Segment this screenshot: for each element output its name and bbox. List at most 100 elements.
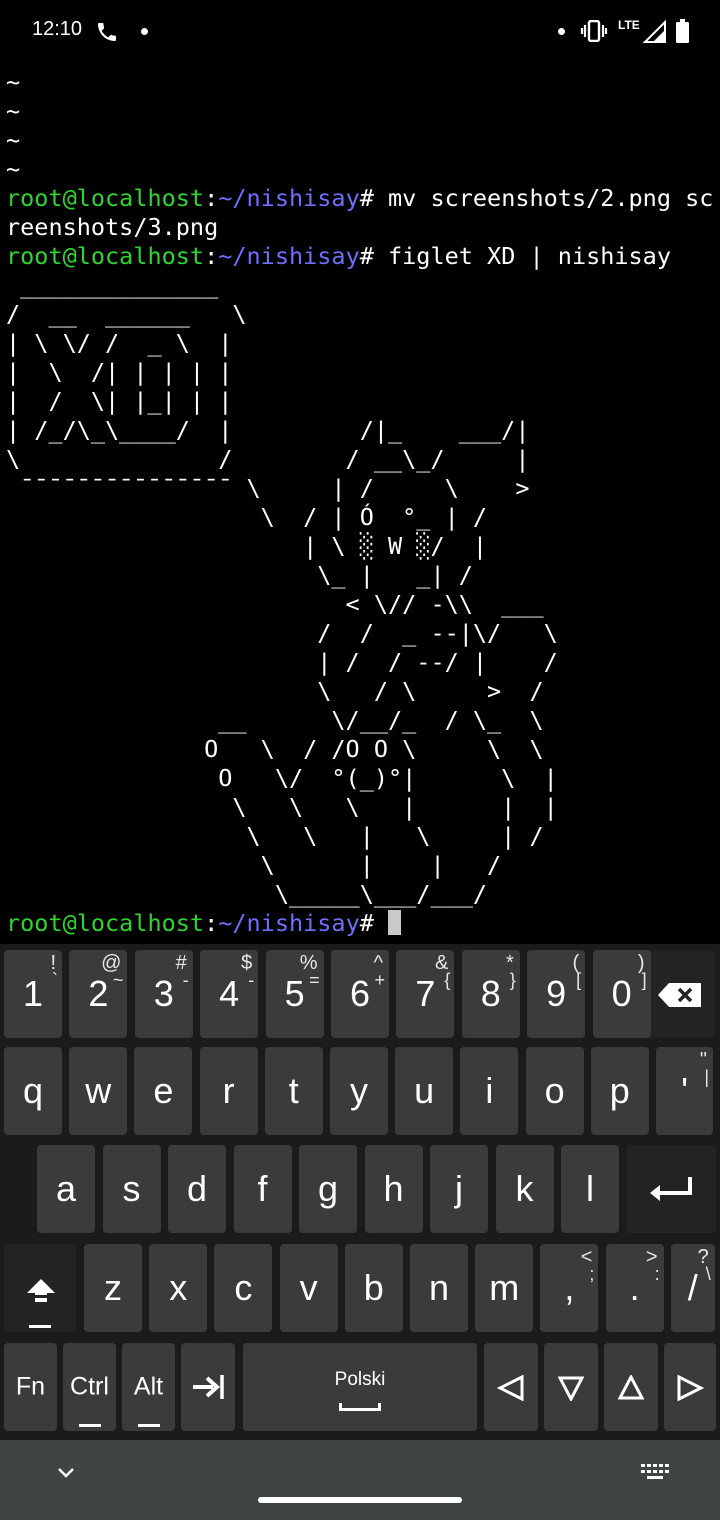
key-row2-2[interactable]: e — [134, 1047, 193, 1135]
key-row4-9[interactable]: /? \ — [670, 1244, 715, 1332]
key-row3-7[interactable]: k — [495, 1145, 554, 1233]
signal-icon — [642, 20, 666, 43]
key-label: x — [169, 1267, 188, 1308]
terminal-line: \ / / __\_/ | — [6, 445, 718, 474]
key-row4-4[interactable]: b — [344, 1244, 403, 1332]
key-label: b — [363, 1267, 384, 1308]
alt-indicator — [137, 1424, 160, 1427]
home-gesture-bar[interactable] — [258, 1497, 462, 1503]
output-text: O \/ °(_)°| \ | — [6, 764, 558, 792]
alt-key[interactable]: Alt — [122, 1343, 175, 1431]
arrow-right-key[interactable] — [664, 1343, 716, 1431]
terminal-line: | / \| |_| | | — [6, 387, 718, 416]
terminal-line: ~ — [6, 155, 718, 184]
prompt-separator: : — [204, 909, 219, 937]
keyboard-language-label: Polski — [334, 1369, 386, 1390]
key-row4-1[interactable]: x — [149, 1244, 208, 1332]
fn-key[interactable]: Fn — [4, 1343, 57, 1431]
key-label: m — [489, 1267, 520, 1308]
key-row4-0[interactable]: z — [84, 1244, 142, 1332]
key-row4-8[interactable]: . >: — [605, 1244, 664, 1332]
ctrl-key[interactable]: Ctrl — [63, 1343, 116, 1431]
arrow-down-icon — [558, 1376, 584, 1401]
shift-indicator — [29, 1325, 51, 1328]
terminal-line: ~ — [6, 126, 718, 155]
output-text: \ \ \ | | | — [6, 793, 558, 821]
command-text: # mv screenshots/2.png sc — [359, 184, 714, 212]
key-row1-9[interactable]: 0)] — [592, 950, 651, 1038]
key-row4-7[interactable]: , <; — [540, 1244, 599, 1332]
key-row4-3[interactable]: v — [279, 1244, 338, 1332]
command-text: # figlet XD | nishisay — [359, 242, 671, 270]
terminal-line: | / / --/ | / — [6, 648, 718, 677]
key-row1-6[interactable]: 7 &{ — [396, 950, 455, 1038]
key-row3-5[interactable]: h — [364, 1145, 423, 1233]
key-row4-5[interactable]: n — [410, 1244, 468, 1332]
ctrl-indicator — [78, 1424, 101, 1427]
arrow-left-key[interactable] — [484, 1343, 538, 1431]
key-alt2-label: = — [309, 970, 320, 990]
key-row2-10[interactable]: ' " | — [656, 1047, 713, 1135]
output-text: / / _ --|\/ \ — [6, 619, 558, 647]
key-row3-8[interactable]: l — [561, 1145, 619, 1233]
terminal-line: / / _ --|\/ \ — [6, 619, 718, 648]
key-row2-1[interactable]: w — [69, 1047, 128, 1135]
key-row2-8[interactable]: o — [525, 1047, 584, 1135]
tab-key[interactable] — [181, 1343, 235, 1431]
key-row3-1[interactable]: s — [102, 1145, 161, 1233]
output-text: \_ | _| / — [6, 561, 473, 589]
prompt-path: ~/nishisay — [218, 909, 360, 937]
keyboard-switch-icon[interactable] — [640, 1462, 670, 1482]
key-row4-6[interactable]: m — [475, 1244, 534, 1332]
arrow-up-key[interactable] — [604, 1343, 658, 1431]
prompt-path: ~/nishisay — [218, 184, 360, 212]
key-row3-6[interactable]: j — [430, 1145, 488, 1233]
key-label: y — [350, 1070, 368, 1111]
key-row2-3[interactable]: r — [199, 1047, 258, 1135]
key-row2-0[interactable]: q — [4, 1047, 62, 1135]
key-row3-3[interactable]: f — [233, 1145, 292, 1233]
key-row1-2[interactable]: 3 # - — [134, 950, 193, 1038]
key-row1-7[interactable]: 8 *} — [461, 950, 520, 1038]
key-alt2-label: ] — [641, 970, 647, 990]
space-icon — [339, 1403, 381, 1411]
arrow-down-key[interactable] — [544, 1343, 598, 1431]
terminal-line: ¯¯¯¯¯¯¯¯¯¯¯¯¯¯¯ \ | / \ > — [6, 474, 718, 503]
key-alt2-label: ` — [52, 970, 58, 990]
terminal-line: \ \ \ | | | — [6, 793, 718, 822]
output-text: \ | | / — [6, 851, 502, 879]
battery-icon — [676, 19, 689, 43]
network-type: LTE — [618, 18, 640, 32]
key-row3-0[interactable]: a — [37, 1145, 95, 1233]
key-row1-8[interactable]: 9([ — [527, 950, 586, 1038]
key-row2-5[interactable]: y — [330, 1047, 388, 1135]
key-label: u — [414, 1070, 435, 1111]
prompt-line: root@localhost:~/nishisay# mv screenshot… — [6, 184, 718, 213]
output-text: ¯¯¯¯¯¯¯¯¯¯¯¯¯¯¯ \ | / \ > — [6, 474, 530, 502]
key-row1-4[interactable]: 5% = — [265, 950, 324, 1038]
key-row2-4[interactable]: t — [264, 1047, 323, 1135]
key-row3-2[interactable]: d — [168, 1145, 226, 1233]
terminal-line: | \ ░ W ░/ | — [6, 532, 718, 561]
output-text: ~ — [6, 126, 21, 154]
key-row3-4[interactable]: g — [299, 1145, 357, 1233]
key-row2-9[interactable]: p — [590, 1047, 649, 1135]
key-row4-2[interactable]: c — [214, 1244, 273, 1332]
key-row2-7[interactable]: i — [460, 1047, 519, 1135]
terminal-output[interactable]: ~ ~ ~ ~ root@localhost:~/nishisay# mv screen… — [6, 68, 718, 944]
space-key[interactable]: Polski — [243, 1343, 477, 1431]
output-text: < \// -\\ ___ — [6, 590, 544, 618]
enter-key[interactable] — [626, 1145, 716, 1233]
key-row1-0[interactable]: 1! ` — [4, 950, 62, 1038]
key-label: a — [55, 1168, 77, 1209]
backspace-key[interactable] — [645, 950, 715, 1038]
hide-keyboard-chevron-down-icon[interactable] — [52, 1458, 80, 1486]
key-row2-6[interactable]: u — [395, 1047, 454, 1135]
key-label: h — [383, 1168, 404, 1209]
key-alt2-label: } — [509, 970, 516, 990]
key-row1-1[interactable]: 2 @ ~ — [69, 950, 128, 1038]
key-label: o — [544, 1070, 565, 1111]
key-row1-3[interactable]: 4 $ - — [200, 950, 259, 1038]
shift-key[interactable] — [4, 1244, 76, 1332]
key-row1-5[interactable]: 6 ^ + — [331, 950, 389, 1038]
